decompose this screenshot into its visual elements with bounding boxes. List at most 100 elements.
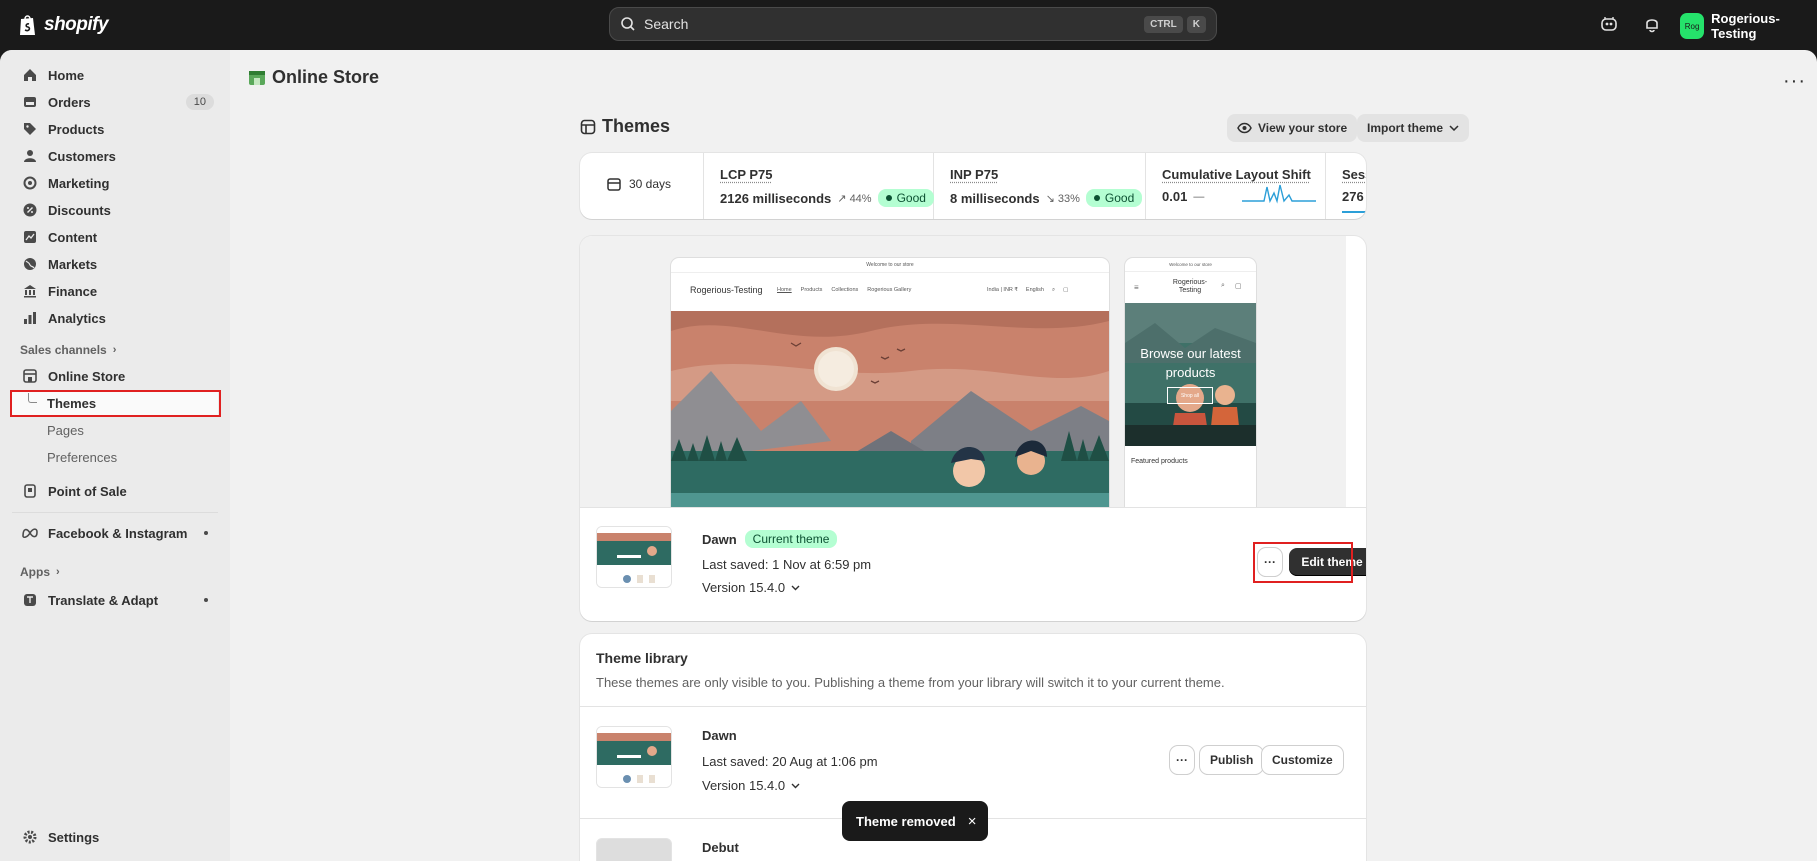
sidebar-item-preferences[interactable]: Preferences [12, 444, 218, 470]
sidebar-item-facebook-instagram[interactable]: Facebook & Instagram [12, 520, 218, 546]
view-store-button[interactable]: View your store [1227, 114, 1358, 142]
sidebar-item-label: Finance [48, 283, 98, 299]
library-theme-name: Debut [702, 840, 739, 855]
preview-menu-icon: ≡ [1134, 283, 1139, 292]
preview-nav-item: Products [800, 287, 823, 293]
import-theme-button[interactable]: Import theme [1357, 114, 1470, 142]
bell-icon[interactable] [1642, 14, 1662, 34]
cls-cell[interactable]: Cumulative Layout Shift 0.01 — [1146, 153, 1326, 219]
sidebar-item-label: Settings [48, 829, 100, 845]
version-label: Version 15.4.0 [702, 580, 786, 595]
hero-illustration [671, 311, 1109, 507]
preview-search-icon: ⌕ [1221, 282, 1225, 289]
sessions-title: Session [1342, 167, 1366, 182]
sidebar-item-point-of-sale[interactable]: Point of Sale [12, 478, 218, 504]
sidebar-item-discounts[interactable]: Discounts [12, 197, 218, 223]
gear-icon [22, 829, 38, 845]
shopify-logo[interactable]: shopify [18, 13, 109, 37]
preview-language: English [1025, 287, 1044, 293]
search-icon [621, 17, 635, 31]
eye-icon [1237, 122, 1252, 134]
sidebar-item-label: Products [48, 121, 105, 137]
inp-cell[interactable]: INP P75 8 milliseconds ↘ 33% Good [934, 153, 1146, 219]
sidebar-item-home[interactable]: Home [12, 62, 218, 88]
inp-status-badge: Good [1085, 189, 1143, 207]
meta-icon [22, 525, 38, 541]
sidekick-icon[interactable] [1599, 14, 1619, 34]
library-theme-more-button[interactable]: ··· [1170, 746, 1194, 774]
avatar: Rog [1680, 13, 1705, 39]
sessions-cell[interactable]: Session 276 De [1326, 153, 1366, 219]
search-bar[interactable]: Search CTRL K [609, 7, 1217, 41]
orders-count-badge: 10 [185, 94, 214, 110]
cls-dash: — [1193, 190, 1205, 203]
current-theme-version[interactable]: Version 15.4.0 [702, 580, 800, 595]
sales-channels-header[interactable]: Sales channels › [20, 343, 116, 357]
sidebar-item-analytics[interactable]: Analytics [12, 305, 218, 331]
more-actions-icon[interactable]: ··· [1783, 70, 1806, 93]
theme-library-description: These themes are only visible to you. Pu… [596, 675, 1225, 690]
preview-featured-label: Featured products [1131, 458, 1188, 465]
sidebar-item-orders[interactable]: Orders 10 [12, 89, 218, 115]
current-theme-thumbnail [596, 526, 672, 588]
preview-locale: India | INR ₹ English ⌕ ▢ [987, 287, 1068, 294]
sidebar-item-marketing[interactable]: Marketing [12, 170, 218, 196]
theme-library-title: Theme library [596, 650, 688, 666]
announcement-bar: Welcome to our store [1169, 262, 1212, 267]
sidebar-item-products[interactable]: Products [12, 116, 218, 142]
customize-button[interactable]: Customize [1262, 746, 1343, 774]
discount-icon [22, 202, 38, 218]
sidebar-item-translate-adapt[interactable]: Translate & Adapt [12, 587, 218, 613]
highlight-themes [10, 390, 221, 417]
sidebar-item-online-store[interactable]: Online Store [12, 363, 218, 389]
toast-close-icon[interactable]: × [968, 813, 977, 830]
page-title-text: Online Store [272, 67, 380, 87]
account-menu[interactable]: Rog Rogerious-Testing [1680, 11, 1817, 41]
view-store-label: View your store [1258, 121, 1348, 135]
toast-message: Theme removed [856, 813, 956, 829]
date-range-cell[interactable]: 30 days [580, 153, 704, 219]
sidebar-item-settings[interactable]: Settings [12, 824, 218, 850]
sidebar-item-label: Customers [48, 148, 116, 164]
home-icon [22, 67, 38, 83]
chevron-right-icon: › [112, 344, 117, 356]
sidebar-item-label: Analytics [48, 310, 106, 326]
sidebar-item-pages[interactable]: Pages [12, 417, 218, 443]
desktop-preview: Welcome to our store Rogerious-Testing H… [671, 258, 1109, 507]
preview-search-icon: ⌕ [1051, 287, 1056, 293]
divider [12, 512, 218, 513]
apps-label: Apps [20, 565, 50, 579]
main-frame: Home Orders 10 Products Customers Market… [0, 50, 1817, 861]
chevron-down-icon [791, 783, 800, 788]
publish-button[interactable]: Publish [1200, 746, 1264, 774]
divider [671, 272, 1109, 273]
sidebar-item-content[interactable]: Content [12, 224, 218, 250]
tag-icon [22, 121, 38, 137]
sidebar-item-label: Online Store [48, 368, 126, 384]
search-placeholder: Search [644, 16, 689, 32]
library-theme-version[interactable]: Version 15.4.0 [702, 778, 800, 793]
theme-preview-area[interactable]: Welcome to our store Rogerious-Testing H… [580, 236, 1346, 507]
preview-store-name: Rogerious-Testing [690, 285, 763, 295]
apps-header[interactable]: Apps › [20, 565, 60, 579]
date-range-label: 30 days [629, 177, 672, 191]
divider [580, 507, 1366, 508]
sidebar-item-label: Preferences [47, 449, 118, 465]
lcp-status-badge: Good [877, 189, 934, 207]
theme-thumbnail-image [597, 527, 671, 587]
chevron-down-icon [1449, 125, 1459, 131]
unpinned-dot [204, 531, 208, 535]
sidebar-item-label: Point of Sale [48, 483, 127, 499]
sessions-value-row: 276 De [1342, 189, 1366, 204]
current-theme-card: Welcome to our store Rogerious-Testing H… [580, 236, 1366, 621]
sidebar-item-markets[interactable]: Markets [12, 251, 218, 277]
sales-channels-label: Sales channels [20, 343, 107, 357]
sidebar-item-customers[interactable]: Customers [12, 143, 218, 169]
preview-nav-item: Home [777, 287, 792, 293]
lcp-cell[interactable]: LCP P75 2126 milliseconds ↗ 44% Good [704, 153, 934, 219]
cls-value: 0.01 [1162, 189, 1188, 204]
lcp-value-row: 2126 milliseconds ↗ 44% Good [720, 189, 934, 207]
inp-value: 8 milliseconds [950, 190, 1040, 206]
sidebar-item-finance[interactable]: Finance [12, 278, 218, 304]
preview-country: India | INR ₹ [987, 287, 1018, 293]
